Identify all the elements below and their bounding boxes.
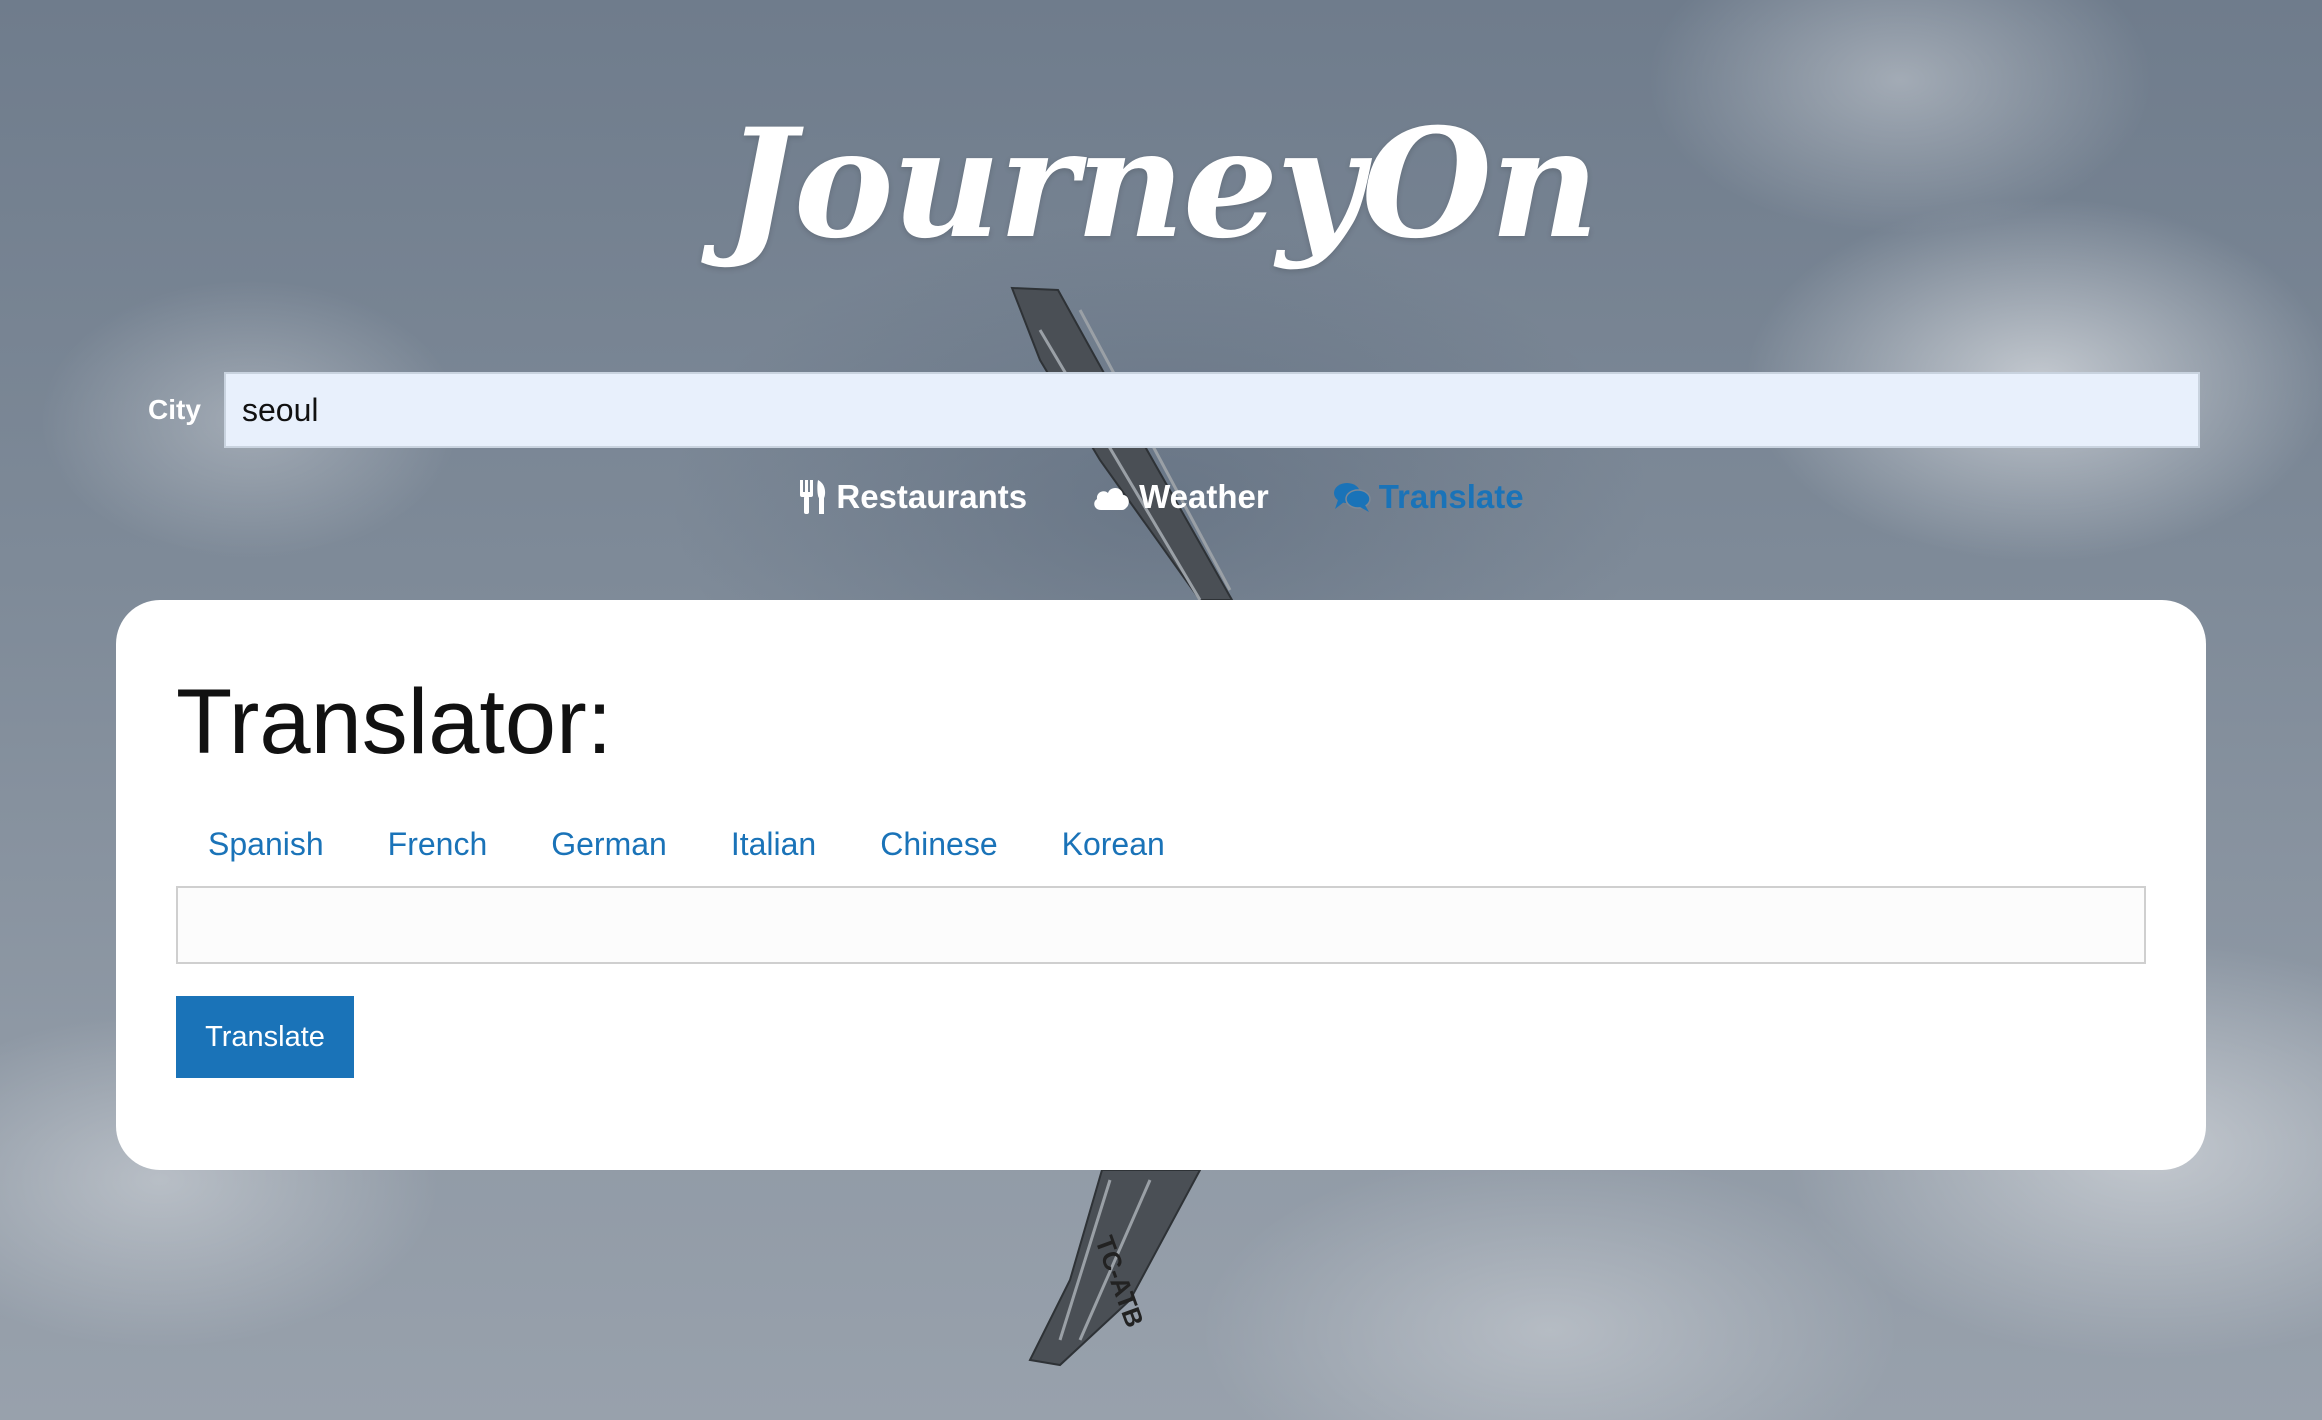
language-tab-german[interactable]: German (519, 826, 699, 863)
city-search-row: City (148, 372, 2200, 448)
city-label: City (148, 394, 201, 425)
nav-item-restaurants[interactable]: Restaurants (798, 478, 1027, 516)
app-logo: JourneyOn (724, 96, 1599, 272)
language-tab-korean[interactable]: Korean (1030, 826, 1197, 863)
translate-button[interactable]: Translate (176, 996, 354, 1078)
comments-icon (1333, 481, 1371, 513)
language-tab-italian[interactable]: Italian (699, 826, 848, 863)
nav-item-label: Weather (1139, 478, 1269, 515)
city-input[interactable] (224, 372, 2200, 448)
language-tabs: Spanish French German Italian Chinese Ko… (176, 826, 1197, 863)
nav-item-translate[interactable]: Translate (1333, 478, 1524, 516)
language-tab-chinese[interactable]: Chinese (848, 826, 1029, 863)
translator-title: Translator: (176, 671, 613, 773)
main-nav: Restaurants Weather Translate (0, 478, 2322, 516)
language-tab-french[interactable]: French (356, 826, 520, 863)
nav-item-weather[interactable]: Weather (1091, 478, 1269, 516)
utensils-icon (798, 478, 828, 516)
nav-item-label: Translate (1378, 478, 1524, 515)
translate-text-input[interactable] (176, 886, 2146, 964)
aircraft-registration-mark: TC-ATB (1089, 1232, 1150, 1331)
translator-panel: Translator: Spanish French German Italia… (116, 600, 2206, 1170)
nav-item-label: Restaurants (836, 478, 1028, 515)
cloud-icon (1091, 482, 1131, 512)
language-tab-spanish[interactable]: Spanish (176, 826, 356, 863)
